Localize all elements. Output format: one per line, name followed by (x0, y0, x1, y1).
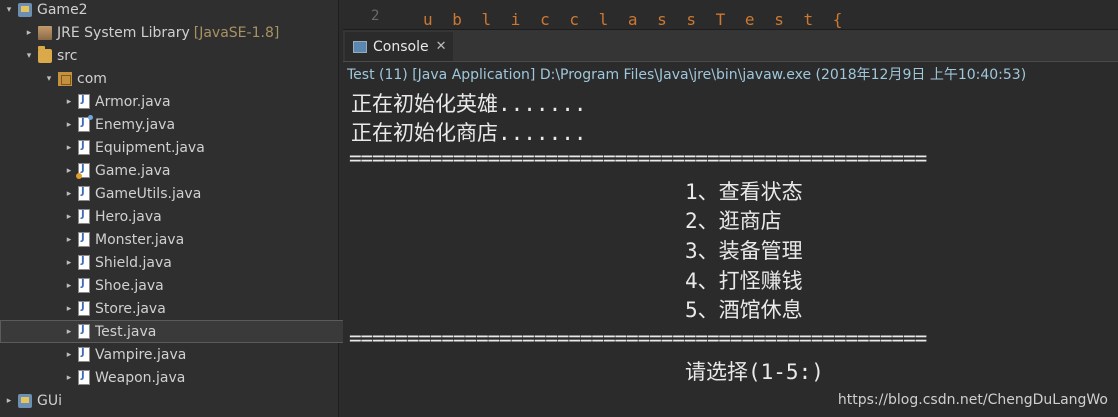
tree-item[interactable]: ▸ Hero.java (0, 205, 402, 228)
collapsed-arrow-icon[interactable]: ▸ (64, 189, 74, 199)
collapsed-arrow-icon[interactable]: ▸ (64, 258, 74, 268)
tree-item[interactable]: ▸ Game.java (0, 159, 402, 182)
editor-area[interactable]: 2 u b l i c c l a s s T e s t { (343, 0, 1118, 30)
library-icon (38, 25, 52, 40)
collapsed-arrow-icon[interactable]: ▸ (64, 97, 74, 107)
tree-item-label: Armor.java (95, 93, 171, 110)
tree-item[interactable]: ▸ Test.java (0, 320, 402, 343)
java-file-icon (78, 115, 93, 132)
tab-console-label: Console (373, 38, 429, 55)
tree-item-label: Game2 (37, 1, 88, 18)
menu-option-4: 4、打怪赚钱 (685, 269, 803, 293)
java-file-icon (78, 186, 90, 201)
code-fragment: u b l i c c l a s s T e s t { (423, 10, 848, 29)
collapsed-arrow-icon[interactable]: ▸ (64, 281, 74, 291)
collapsed-arrow-icon[interactable]: ▸ (64, 350, 74, 360)
tree-item-label: GUi (37, 392, 62, 409)
tree-item[interactable]: ▸ Equipment.java (0, 136, 402, 159)
project-explorer: ▾ Game2 ▸ JRE System Library [JavaSE-1.8] ▾ sr… (0, 0, 402, 417)
tree-item-label: Shield.java (95, 254, 172, 271)
project-icon (18, 393, 32, 408)
menu-option-3: 3、装备管理 (685, 239, 803, 263)
tree-item[interactable]: ▸ GameUtils.java (0, 182, 402, 205)
tree-item-label: Weapon.java (95, 369, 186, 386)
java-file-icon (78, 94, 90, 109)
tree-item[interactable]: ▸ JRE System Library [JavaSE-1.8] (0, 21, 362, 44)
collapsed-arrow-icon[interactable]: ▸ (64, 120, 74, 130)
collapsed-arrow-icon[interactable]: ▸ (64, 166, 74, 176)
tree-item-label: Hero.java (95, 208, 162, 225)
menu-option-5: 5、酒馆休息 (685, 298, 803, 322)
console-icon (353, 40, 367, 53)
java-file-icon (78, 232, 90, 247)
close-icon[interactable]: ✕ (436, 39, 447, 54)
console-separator: ========================================… (349, 146, 927, 170)
expanded-arrow-icon[interactable]: ▾ (4, 5, 14, 15)
tree-item-label: Equipment.java (95, 139, 205, 156)
collapsed-arrow-icon[interactable]: ▸ (64, 373, 74, 383)
tree-item-label: Shoe.java (95, 277, 164, 294)
console-prompt: 请选择(1-5:) (685, 360, 824, 384)
java-file-icon (78, 324, 90, 339)
java-file-icon (78, 140, 90, 155)
console-output[interactable]: 正在初始化英雄....... 正在初始化商店....... ==========… (343, 84, 1118, 417)
package-icon (58, 71, 72, 86)
collapsed-arrow-icon[interactable]: ▸ (64, 304, 74, 314)
collapsed-arrow-icon[interactable]: ▸ (64, 212, 74, 222)
expanded-arrow-icon[interactable]: ▾ (44, 74, 54, 84)
tree-item-label: JRE System Library (57, 24, 190, 41)
tree-item[interactable]: ▸ Shield.java (0, 251, 402, 274)
watermark: https://blog.csdn.net/ChengDuLangWo (837, 392, 1108, 408)
tree-item[interactable]: ▾ src (0, 44, 362, 67)
console-line: 正在初始化英雄....... (351, 92, 587, 116)
tree-item[interactable]: ▸ Monster.java (0, 228, 402, 251)
menu-option-2: 2、逛商店 (685, 209, 782, 233)
java-file-icon (78, 301, 90, 316)
collapsed-arrow-icon[interactable]: ▸ (64, 327, 74, 337)
menu-option-1: 1、查看状态 (685, 180, 803, 204)
expanded-arrow-icon[interactable]: ▾ (24, 51, 34, 61)
launch-info: Test (11) [Java Application] D:\Program … (347, 67, 1027, 83)
java-file-icon (78, 209, 90, 224)
tree-item-label: Test.java (95, 323, 157, 340)
source-folder-icon (38, 45, 52, 63)
java-file-icon (78, 370, 90, 385)
tree-item-suffix: [JavaSE-1.8] (193, 24, 280, 41)
collapsed-arrow-icon[interactable]: ▸ (4, 396, 14, 406)
tree-item[interactable]: ▾ com (0, 67, 382, 90)
java-file-icon (78, 255, 90, 270)
line-number: 2 (371, 8, 380, 24)
tree-item-label: src (57, 47, 78, 64)
tree-item[interactable]: ▸ Enemy.java (0, 113, 402, 136)
tree-item[interactable]: ▾ Game2 (0, 0, 342, 21)
tree-item[interactable]: ▸ GUi (0, 389, 342, 412)
tree-item-label: Game.java (95, 162, 171, 179)
collapsed-arrow-icon[interactable]: ▸ (64, 235, 74, 245)
project-icon (18, 2, 32, 17)
tree-item[interactable]: ▸ Weapon.java (0, 366, 402, 389)
tree-item-label: Store.java (95, 300, 166, 317)
tree-item-label: GameUtils.java (95, 185, 202, 202)
console-line: 正在初始化商店....... (351, 121, 587, 145)
tree-item-label: com (77, 70, 107, 87)
tree-item[interactable]: ▸ Armor.java (0, 90, 402, 113)
java-file-icon (76, 163, 90, 179)
console-separator: ========================================… (349, 326, 927, 350)
tree-item-label: Monster.java (95, 231, 185, 248)
collapsed-arrow-icon[interactable]: ▸ (24, 28, 34, 38)
tree-item-label: Enemy.java (95, 116, 176, 133)
collapsed-arrow-icon[interactable]: ▸ (64, 143, 74, 153)
view-tab-bar: Console ✕ (343, 30, 1118, 62)
java-file-icon (78, 347, 90, 362)
tree-item[interactable]: ▸ Store.java (0, 297, 402, 320)
tree-item[interactable]: ▸ Vampire.java (0, 343, 402, 366)
tab-console[interactable]: Console ✕ (345, 32, 453, 61)
java-file-icon (78, 278, 90, 293)
tree-item-label: Vampire.java (95, 346, 187, 363)
tree-item[interactable]: ▸ Shoe.java (0, 274, 402, 297)
